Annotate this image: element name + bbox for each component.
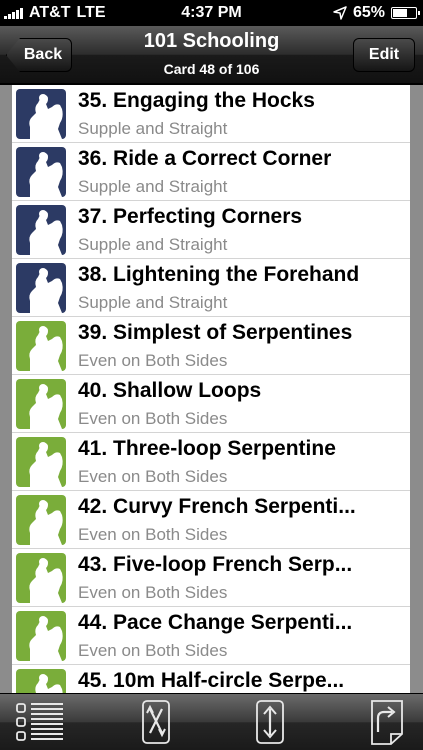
dressage-rider-icon-green <box>16 553 66 603</box>
list-item-subtitle: Supple and Straight <box>78 235 228 254</box>
dressage-rider-icon-green <box>16 669 66 693</box>
exercise-list-container[interactable]: 35. Engaging the Hocks Supple and Straigh… <box>0 85 423 693</box>
list-item-title: 36. Ride a Correct Corner <box>78 147 332 170</box>
list-item-subtitle: Even on Both Sides <box>78 525 228 544</box>
list-item-title: 39. Simplest of Serpentines <box>78 321 353 344</box>
list-item-title: 42. Curvy French Serpenti... <box>78 495 356 518</box>
exercise-list: 35. Engaging the Hocks Supple and Straigh… <box>12 85 410 693</box>
list-item[interactable]: 45. 10m Half-circle Serpe...Even on Both… <box>12 665 410 693</box>
sort-icon[interactable] <box>250 698 290 746</box>
dressage-rider-icon-blue <box>16 147 66 197</box>
shuffle-icon[interactable] <box>136 698 176 746</box>
list-item-subtitle: Even on Both Sides <box>78 641 228 660</box>
list-item-subtitle: Even on Both Sides <box>78 409 228 428</box>
dressage-rider-icon-green <box>16 495 66 545</box>
list-view-icon[interactable] <box>14 698 66 746</box>
list-item[interactable]: 41. Three-loop Serpentine Even on Both Si… <box>12 433 410 491</box>
dressage-rider-icon-green <box>16 611 66 661</box>
list-item-title: 38. Lightening the Forehand <box>78 263 360 286</box>
dressage-rider-icon-blue <box>16 263 66 313</box>
list-item[interactable]: 42. Curvy French Serpenti... Even on Both… <box>12 491 410 549</box>
list-item-title: 40. Shallow Loops <box>78 379 262 402</box>
list-item-title: 45. 10m Half-circle Serpe... <box>78 669 345 692</box>
list-item-title: 43. Five-loop French Serp... <box>78 553 353 576</box>
dressage-rider-icon-green <box>16 437 66 487</box>
status-bar: AT&T LTE 4:37 PM 65% <box>0 0 423 26</box>
list-item-title: 37. Perfecting Corners <box>78 205 303 228</box>
dressage-rider-icon-blue <box>16 89 66 139</box>
list-item[interactable]: 39. Simplest of Serpentines Even on Both … <box>12 317 410 375</box>
battery-percent: 65% <box>352 4 385 21</box>
list-item-subtitle: Supple and Straight <box>78 177 228 196</box>
list-item-subtitle: Even on Both Sides <box>78 467 228 486</box>
status-right: 65% <box>333 4 420 22</box>
flip-card-icon[interactable] <box>364 698 410 746</box>
list-item-subtitle: Even on Both Sides <box>78 351 228 370</box>
dressage-rider-icon-green <box>16 379 66 429</box>
battery-icon <box>391 7 420 19</box>
list-item[interactable]: 36. Ride a Correct Corner Supple and Stra… <box>12 143 410 201</box>
dressage-rider-icon-blue <box>16 205 66 255</box>
edit-button[interactable]: Edit <box>353 38 415 72</box>
list-item[interactable]: 40. Shallow Loops Even on Both Sides <box>12 375 410 433</box>
list-item-subtitle: Supple and Straight <box>78 119 228 138</box>
list-item-subtitle: Supple and Straight <box>78 293 228 312</box>
list-item[interactable]: 37. Perfecting Corners Supple and Straigh… <box>12 201 410 259</box>
navigation-bar: Back 101 Schooling Card 48 of 106 Edit <box>0 26 423 84</box>
list-item[interactable]: 44. Pace Change Serpenti... Even on Both … <box>12 607 410 665</box>
bottom-toolbar <box>0 693 423 750</box>
list-item-subtitle: Even on Both Sides <box>78 583 228 602</box>
list-item-title: 35. Engaging the Hocks <box>78 89 315 112</box>
battery-fill <box>393 9 407 17</box>
list-item-title: 41. Three-loop Serpentine <box>78 437 336 460</box>
list-item[interactable]: 35. Engaging the Hocks Supple and Straigh… <box>12 85 410 143</box>
list-item[interactable]: 43. Five-loop French Serp... Even on Both… <box>12 549 410 607</box>
list-item-title: 44. Pace Change Serpenti... <box>78 611 353 634</box>
dressage-rider-icon-green <box>16 321 66 371</box>
location-arrow-icon <box>333 6 347 20</box>
list-item[interactable]: 38. Lightening the Forehand Supple and St… <box>12 259 410 317</box>
